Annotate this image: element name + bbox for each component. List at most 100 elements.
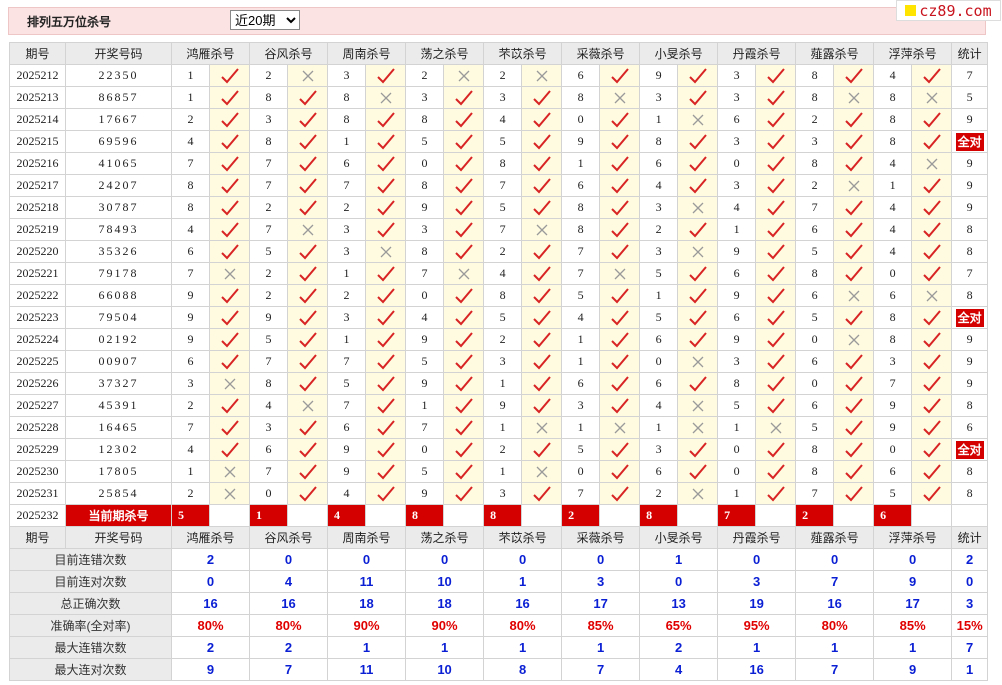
kill-result-cell [677, 438, 719, 461]
kill-result-cell [833, 64, 875, 87]
kill-result-cell [365, 86, 407, 109]
table-row: 2025230 17805 1 7 9 5 1 0 6 0 8 6 8 [9, 460, 989, 483]
kill-result-cell [365, 196, 407, 219]
check-icon [688, 177, 707, 193]
kill-result-cell [677, 86, 719, 109]
row-total-cell: 5 [951, 86, 989, 109]
current-kill-number: 1 [249, 504, 289, 527]
kill-result-cell [208, 328, 251, 351]
period-range-select[interactable]: 近20期 [230, 10, 300, 30]
winning-number-cell: 12302 [65, 438, 172, 461]
stat-value: 9 [873, 658, 953, 681]
kill-number-cell: 6 [561, 64, 601, 87]
cross-icon [926, 290, 938, 301]
kill-result-cell [677, 350, 719, 373]
period-cell: 2025218 [9, 196, 66, 219]
check-icon [610, 441, 629, 457]
kill-result-cell [677, 196, 719, 219]
check-icon [298, 419, 317, 435]
check-icon [454, 177, 473, 193]
winning-number-cell: 79504 [65, 306, 172, 329]
kill-number-cell: 7 [483, 174, 523, 197]
row-total-cell: 8 [951, 240, 989, 263]
column-header-expert: 丹霞杀号 [717, 42, 797, 65]
stat-value: 85% [873, 614, 953, 637]
check-icon [454, 375, 473, 391]
kill-number-cell: 4 [327, 482, 367, 505]
kill-number-cell: 6 [795, 350, 835, 373]
check-icon [220, 309, 239, 325]
kill-number-cell: 8 [249, 372, 289, 395]
check-icon [688, 155, 707, 171]
kill-number-cell: 8 [795, 460, 835, 483]
table-row: 2025220 35326 6 5 3 8 2 7 3 9 5 4 8 [9, 240, 989, 263]
kill-number-cell: 7 [561, 262, 601, 285]
check-icon [610, 177, 629, 193]
stat-value: 4 [639, 658, 719, 681]
check-icon [922, 265, 941, 281]
kill-number-cell: 9 [171, 284, 210, 307]
cross-icon [536, 70, 548, 81]
kill-result-cell [365, 372, 407, 395]
kill-result-cell [365, 394, 407, 417]
kill-result-cell [208, 218, 251, 241]
current-kill-spacer [208, 504, 251, 527]
kill-result-cell [287, 130, 329, 153]
kill-number-cell: 7 [249, 174, 289, 197]
kill-result-cell [443, 130, 485, 153]
check-icon [766, 331, 785, 347]
check-icon [532, 265, 551, 281]
kill-number-cell: 3 [717, 350, 757, 373]
kill-result-cell [599, 174, 641, 197]
kill-result-cell [833, 394, 875, 417]
kill-number-cell: 4 [171, 130, 210, 153]
all-correct-badge: 全对 [955, 132, 984, 151]
table-row: 2025213 86857 1 8 8 3 3 8 3 3 8 8 5 [9, 86, 989, 109]
kill-number-cell: 7 [327, 394, 367, 417]
kill-result-cell [287, 372, 329, 395]
kill-result-cell [287, 86, 329, 109]
kill-number-cell: 8 [717, 372, 757, 395]
winning-number-cell: 86857 [65, 86, 172, 109]
kill-number-cell: 1 [561, 416, 601, 439]
row-total-cell: 9 [951, 174, 989, 197]
cross-icon [614, 422, 626, 433]
kill-result-cell [755, 86, 797, 109]
stat-value: 7 [561, 658, 641, 681]
current-kill-spacer [755, 504, 797, 527]
check-icon [844, 265, 863, 281]
kill-result-cell [833, 328, 875, 351]
current-kill-number: 8 [405, 504, 445, 527]
kill-result-cell [755, 262, 797, 285]
column-header-expert: 荡之杀号 [405, 42, 485, 65]
kill-number-cell: 2 [171, 108, 210, 131]
kill-result-cell [755, 328, 797, 351]
check-icon [298, 177, 317, 193]
current-kill-number: 4 [327, 504, 367, 527]
check-icon [298, 287, 317, 303]
site-logo[interactable]: cz89.com [896, 0, 1001, 21]
kill-result-cell [365, 152, 407, 175]
stat-value: 0 [561, 548, 641, 571]
check-icon [610, 67, 629, 83]
kill-result-cell [521, 240, 563, 263]
check-icon [454, 155, 473, 171]
kill-result-cell [911, 328, 953, 351]
check-icon [844, 419, 863, 435]
kill-result-cell [833, 460, 875, 483]
check-icon [376, 375, 395, 391]
check-icon [610, 309, 629, 325]
kill-result-cell [443, 196, 485, 219]
stat-value: 0 [795, 548, 875, 571]
top-bar: 排列五万位杀号 近20期 [8, 7, 986, 35]
kill-number-cell: 4 [873, 240, 913, 263]
kill-result-cell [911, 372, 953, 395]
kill-result-cell [833, 174, 875, 197]
winning-number-cell: 79178 [65, 262, 172, 285]
winning-number-cell: 45391 [65, 394, 172, 417]
check-icon [220, 111, 239, 127]
kill-number-cell: 6 [795, 284, 835, 307]
kill-result-cell [755, 438, 797, 461]
kill-number-cell: 9 [171, 306, 210, 329]
check-icon [922, 485, 941, 501]
